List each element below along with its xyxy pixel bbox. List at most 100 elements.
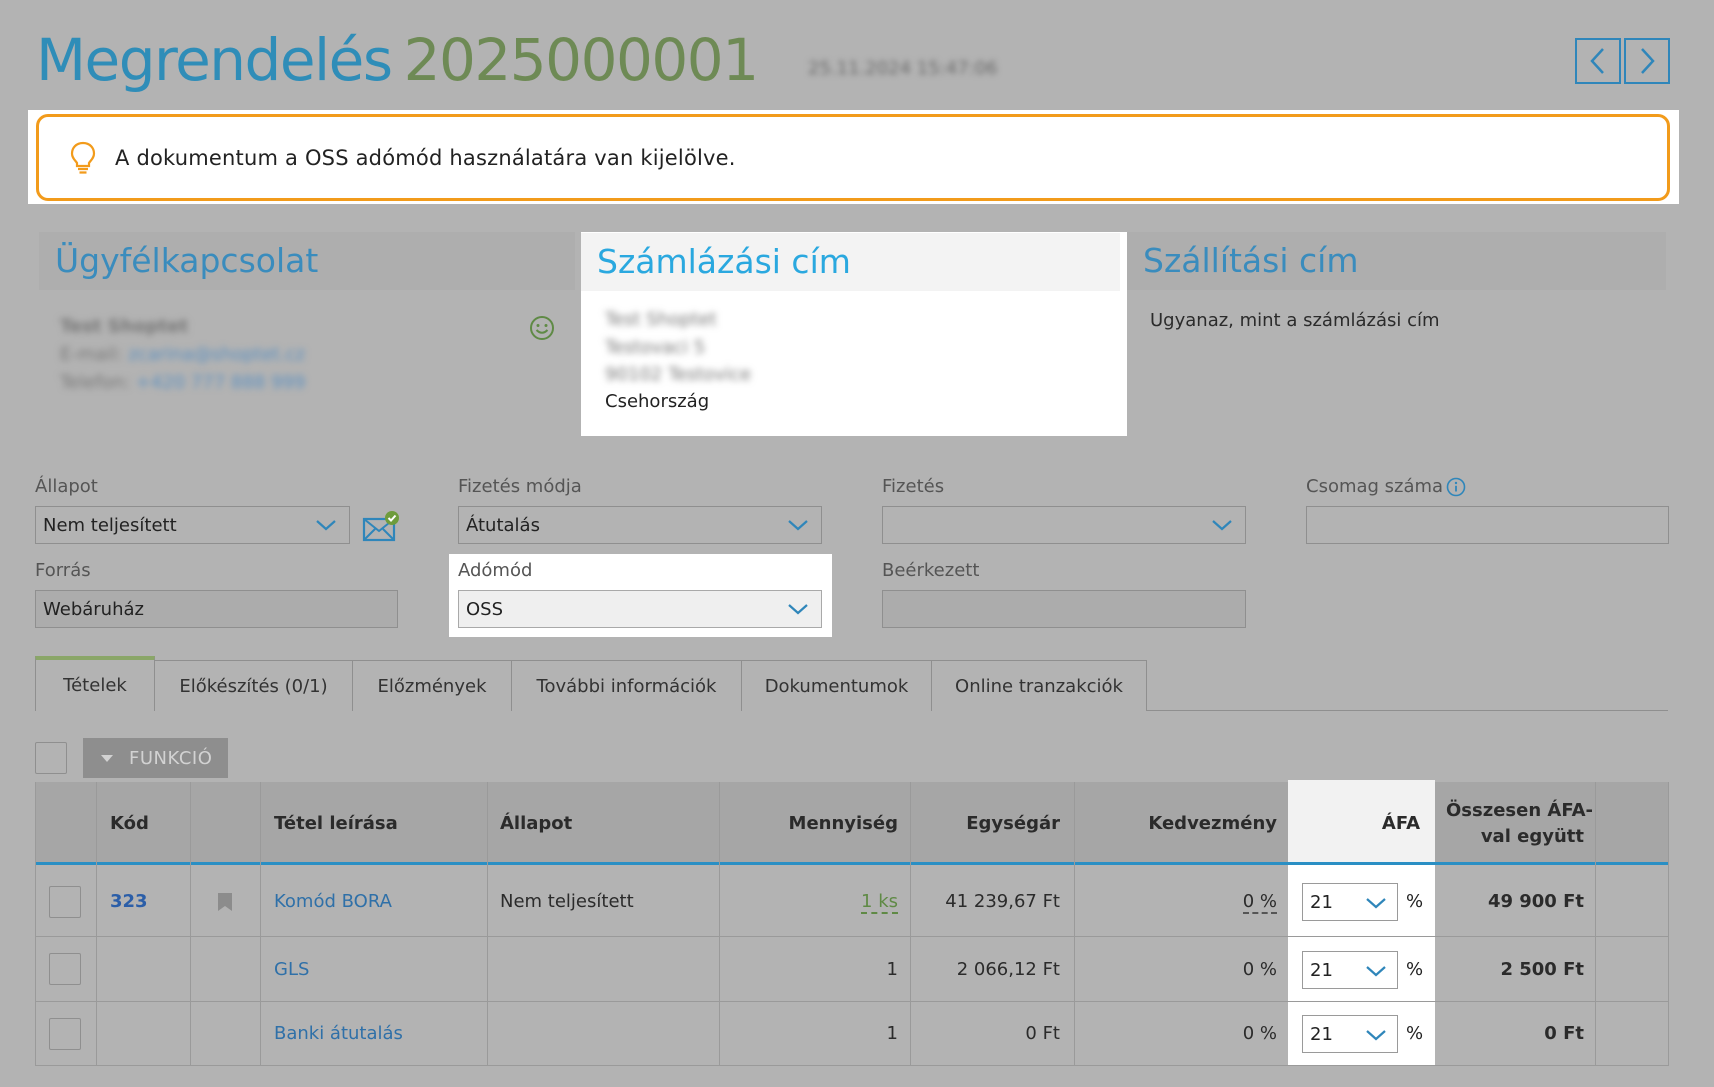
item-description-link[interactable]: Komód BORA [274,891,392,912]
item-code-link[interactable]: 323 [110,891,148,912]
notice-message: A dokumentum a OSS adómód használatára v… [115,145,736,170]
item-discount: 0 % [1120,891,1277,914]
order-date: 25.11.2024 15:47:06 [808,58,998,79]
table-border-right [1668,782,1669,1066]
chevron-down-icon [1366,966,1386,977]
status-select[interactable]: Nem teljesített [35,506,350,544]
function-dropdown-button[interactable]: FUNKCIÓ [83,738,228,778]
vat-select[interactable]: 21 [1302,951,1398,989]
customer-phone[interactable]: +420 777 888 999 [136,372,306,393]
order-number: 2025000001 [403,26,760,94]
tab-history[interactable]: Előzmények [352,660,512,711]
send-email-icon[interactable] [362,510,400,542]
item-quantity: 1 [886,1023,898,1044]
vat-select[interactable]: 21 [1302,883,1398,921]
item-description-link[interactable]: GLS [274,959,309,980]
select-all-checkbox[interactable] [35,742,67,774]
chevron-right-icon [1641,48,1655,74]
billing-country: Csehország [605,391,710,412]
shipping-heading: Szállítási cím [1127,232,1666,290]
item-unit-price: 0 Ft [1025,1023,1060,1044]
col-discount[interactable]: Kedvezmény [1120,813,1277,834]
package-label: Csomag száma [1306,476,1443,497]
document-icon[interactable] [216,892,234,912]
vat-select[interactable]: 21 [1302,1015,1398,1053]
chevron-down-icon [788,520,808,531]
shipping-same-as-billing: Ugyanaz, mint a számlázási cím [1150,310,1440,331]
phone-label: Telefon: [60,372,130,393]
payment-method-value: Átutalás [466,514,540,536]
item-status: Nem teljesített [500,891,634,912]
next-button[interactable] [1624,38,1670,84]
previous-button[interactable] [1575,38,1621,84]
source-value: Webáruház [43,598,144,620]
vat-select-value: 21 [1310,1023,1333,1045]
source-input: Webáruház [35,590,398,628]
status-select-value: Nem teljesített [43,514,177,536]
tab-more-info[interactable]: További információk [511,660,742,711]
vat-select-value: 21 [1310,891,1333,913]
item-total: 0 Ft [1544,1023,1584,1044]
col-vat[interactable]: ÁFA [1360,813,1420,834]
tab-history-label: Előzmények [377,675,487,697]
col-total-line-2[interactable]: val együtt [1446,826,1584,847]
info-icon[interactable] [1446,477,1466,497]
col-quantity[interactable]: Mennyiség [780,813,898,834]
customer-heading: Ügyfélkapcsolat [39,232,575,290]
billing-line-3: 90102 Testovice [605,364,752,385]
col-unit-price[interactable]: Egységár [940,813,1060,834]
page-title: Megrendelés 2025000001 [36,26,760,94]
chevron-down-icon [788,604,808,615]
customer-name: Test Shoptet [60,316,189,337]
tab-preparation-label: Előkészítés (0/1) [179,675,328,697]
item-quantity: 1 [886,959,898,980]
vat-percent-sign: % [1406,959,1424,980]
tab-items[interactable]: Tételek [35,656,155,711]
email-label: E-mail: [60,344,123,365]
col-description[interactable]: Tétel leírása [274,813,398,834]
item-quantity: 1 ks [780,891,898,914]
tab-online-transactions[interactable]: Online tranzakciók [931,660,1147,711]
item-description-link[interactable]: Banki átutalás [274,1023,403,1044]
row-checkbox[interactable] [49,1018,81,1050]
customer-email[interactable]: zcarina@shoptet.cz [128,344,305,365]
col-code[interactable]: Kód [110,813,149,834]
chevron-down-icon [1366,898,1386,909]
chevron-left-icon [1590,48,1604,74]
payment-method-select[interactable]: Átutalás [458,506,822,544]
item-total: 49 900 Ft [1487,891,1584,912]
package-number-input[interactable] [1306,506,1669,544]
col-total-line-1[interactable]: Összesen ÁFA- [1446,800,1593,821]
chevron-down-icon [1212,520,1232,531]
tab-items-label: Tételek [63,675,127,696]
chevron-down-icon [1366,1030,1386,1041]
customer-email-row: E-mail: zcarina@shoptet.cz [60,344,305,365]
tax-mode-select[interactable]: OSS [458,590,822,628]
payment-select[interactable] [882,506,1246,544]
discount-link[interactable]: 0 % [1242,891,1277,914]
payment-label: Fizetés [882,476,945,497]
received-label: Beérkezett [882,560,980,581]
col-status[interactable]: Állapot [500,813,572,834]
item-discount: 0 % [1242,1023,1277,1044]
caret-down-icon [101,754,113,762]
billing-heading: Számlázási cím [581,233,1120,291]
package-label-text: Csomag száma [1306,476,1444,497]
row-checkbox[interactable] [49,953,81,985]
vat-select-value: 21 [1310,959,1333,981]
customer-phone-row: Telefon: +420 777 888 999 [60,372,305,393]
status-label: Állapot [35,476,98,497]
tab-online-transactions-label: Online tranzakciók [955,675,1123,697]
row-checkbox[interactable] [49,886,81,918]
tab-documents[interactable]: Dokumentumok [741,660,932,711]
chevron-down-icon [316,520,336,531]
item-discount: 0 % [1242,959,1277,980]
item-unit-price: 2 066,12 Ft [956,959,1060,980]
tab-documents-label: Dokumentumok [764,675,909,697]
source-label: Forrás [35,560,91,581]
vat-percent-sign: % [1406,891,1424,912]
item-unit-price: 41 239,67 Ft [945,891,1060,912]
tab-preparation[interactable]: Előkészítés (0/1) [154,660,353,711]
lightbulb-icon [70,141,96,174]
quantity-link[interactable]: 1 ks [861,891,898,914]
